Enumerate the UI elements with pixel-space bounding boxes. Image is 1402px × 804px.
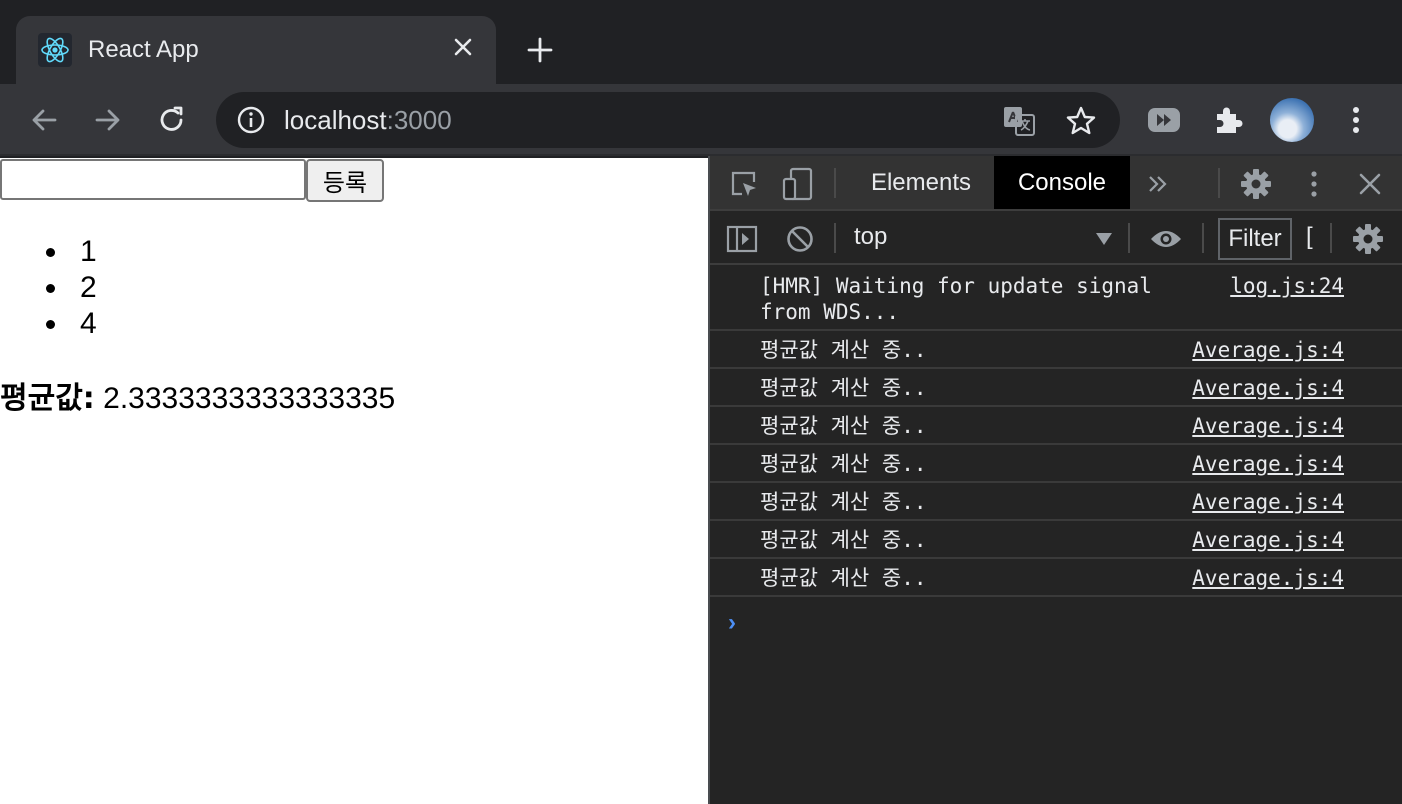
site-info-icon[interactable] xyxy=(236,105,266,135)
new-tab-icon[interactable] xyxy=(522,32,558,68)
context-selector[interactable]: top xyxy=(854,223,887,251)
register-button[interactable]: 등록 xyxy=(306,159,384,202)
browser-tab[interactable]: React App xyxy=(16,16,496,84)
tab-title: React App xyxy=(88,36,199,63)
filter-overflow-text: [ xyxy=(1306,223,1313,250)
extensions-puzzle-icon[interactable] xyxy=(1208,100,1248,140)
console-message: 평균값 계산 중.. Average.js:4 xyxy=(710,407,1402,445)
console-source-link[interactable]: Average.js:4 xyxy=(1192,527,1344,553)
console-message-text: 평균값 계산 중.. xyxy=(760,490,927,514)
average-display: 평균값: 2.3333333333333335 xyxy=(0,373,395,417)
separator xyxy=(1218,168,1220,198)
separator xyxy=(1330,223,1332,253)
console-message-text: 평균값 계산 중.. xyxy=(760,338,927,362)
browser-toolbar: localhost:3000 xyxy=(0,84,1402,156)
console-message: 평균값 계산 중.. Average.js:4 xyxy=(710,483,1402,521)
kebab-menu-icon[interactable] xyxy=(1336,100,1376,140)
list-item: 4 xyxy=(0,306,97,342)
tab-elements[interactable]: Elements xyxy=(850,156,992,209)
console-source-link[interactable]: Average.js:4 xyxy=(1192,337,1344,363)
console-source-link[interactable]: Average.js:4 xyxy=(1192,413,1344,439)
settings-gear-icon[interactable] xyxy=(1238,166,1274,202)
console-message: 평균값 계산 중.. Average.js:4 xyxy=(710,369,1402,407)
react-logo-icon xyxy=(38,33,72,67)
media-extension-icon[interactable] xyxy=(1144,100,1184,140)
console-message-text: 평균값 계산 중.. xyxy=(760,566,927,590)
console-messages: [HMR] Waiting for update signal from WDS… xyxy=(710,265,1402,641)
console-message: 평균값 계산 중.. Average.js:4 xyxy=(710,559,1402,597)
console-message-text: 평균값 계산 중.. xyxy=(760,376,927,400)
close-tab-icon[interactable] xyxy=(448,32,478,62)
forward-arrow-icon[interactable] xyxy=(88,100,128,140)
live-expression-eye-icon[interactable] xyxy=(1148,221,1184,257)
console-prompt-chevron-icon: › xyxy=(728,609,736,636)
console-source-link[interactable]: log.js:24 xyxy=(1230,273,1344,299)
console-prompt-row[interactable]: › xyxy=(710,597,1402,641)
console-message: 평균값 계산 중.. Average.js:4 xyxy=(710,521,1402,559)
console-source-link[interactable]: Average.js:4 xyxy=(1192,565,1344,591)
console-message-text: 평균값 계산 중.. xyxy=(760,528,927,552)
console-source-link[interactable]: Average.js:4 xyxy=(1192,451,1344,477)
url-text: localhost:3000 xyxy=(284,105,452,136)
sidebar-toggle-icon[interactable] xyxy=(724,221,760,257)
console-filter-input[interactable]: Filter xyxy=(1218,218,1292,260)
separator xyxy=(1202,223,1204,253)
console-source-link[interactable]: Average.js:4 xyxy=(1192,489,1344,515)
back-arrow-icon[interactable] xyxy=(24,100,64,140)
page-viewport: 등록 1 2 4 평균값: 2.3333333333333335 xyxy=(0,158,708,804)
console-message-text: 평균값 계산 중.. xyxy=(760,452,927,476)
inspect-element-icon[interactable] xyxy=(726,166,762,202)
device-toolbar-icon[interactable] xyxy=(780,166,816,202)
more-tabs-chevron-icon[interactable] xyxy=(1140,166,1176,202)
chevron-down-icon[interactable] xyxy=(1096,233,1112,245)
devtools-panel: Elements Console top Filter [[HMR] Wait… xyxy=(708,156,1402,804)
devtools-menu-icon[interactable] xyxy=(1296,166,1332,202)
console-message-text: [HMR] Waiting for update signal from WDS… xyxy=(760,274,1152,324)
item-list: 1 2 4 xyxy=(0,234,97,342)
reload-icon[interactable] xyxy=(152,100,192,140)
url-host: localhost xyxy=(284,105,387,135)
list-item: 2 xyxy=(0,270,97,306)
average-value: 2.3333333333333335 xyxy=(103,382,396,415)
list-item: 1 xyxy=(0,234,97,270)
console-message-text: 평균값 계산 중.. xyxy=(760,414,927,438)
close-devtools-icon[interactable] xyxy=(1352,166,1388,202)
console-message: 평균값 계산 중.. Average.js:4 xyxy=(710,445,1402,483)
tab-strip: React App xyxy=(0,0,1402,84)
address-bar[interactable]: localhost:3000 xyxy=(216,92,1120,148)
devtools-tab-bar: Elements Console xyxy=(710,156,1402,211)
clear-console-icon[interactable] xyxy=(782,221,818,257)
console-source-link[interactable]: Average.js:4 xyxy=(1192,375,1344,401)
translate-icon[interactable] xyxy=(1002,104,1036,138)
average-label: 평균값: xyxy=(0,381,95,416)
console-message: [HMR] Waiting for update signal from WDS… xyxy=(710,265,1402,331)
console-settings-gear-icon[interactable] xyxy=(1350,221,1386,257)
url-port: :3000 xyxy=(386,105,452,135)
separator xyxy=(1128,223,1130,253)
bookmark-star-icon[interactable] xyxy=(1064,104,1098,138)
item-input[interactable] xyxy=(0,159,306,200)
separator xyxy=(834,168,836,198)
console-toolbar: top Filter [ xyxy=(710,211,1402,265)
separator xyxy=(834,223,836,253)
profile-avatar[interactable] xyxy=(1270,98,1314,142)
tab-console[interactable]: Console xyxy=(994,156,1130,209)
console-message: 평균값 계산 중.. Average.js:4 xyxy=(710,331,1402,369)
